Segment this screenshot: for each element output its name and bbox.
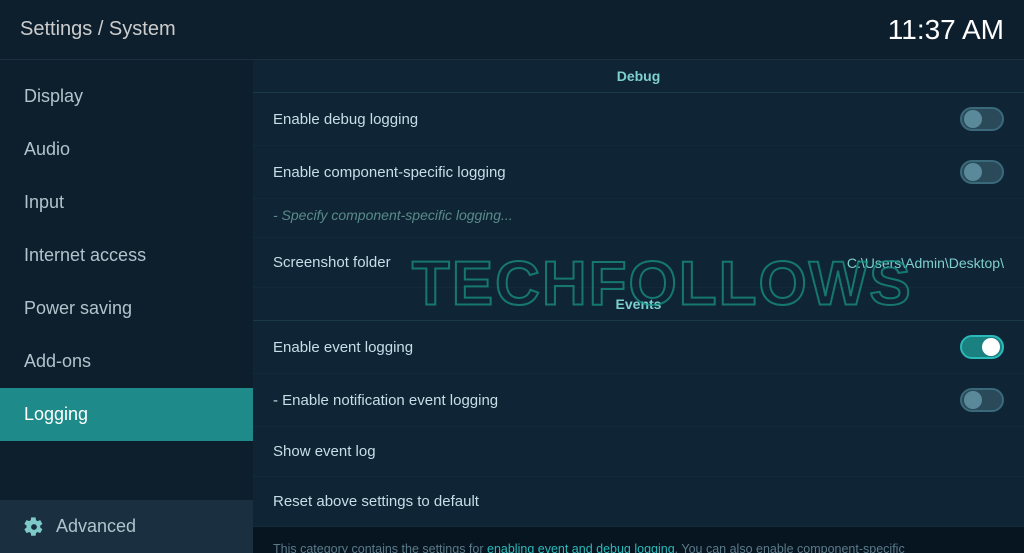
gear-icon	[24, 517, 44, 537]
sidebar-item-label: Logging	[24, 404, 88, 425]
sidebar-item-advanced[interactable]: Advanced	[0, 500, 253, 553]
specify-component-subtext-row: - Specify component-specific logging...	[253, 199, 1024, 238]
sidebar-item-input[interactable]: Input	[0, 176, 253, 229]
enable-notification-event-logging-row[interactable]: - Enable notification event logging	[253, 374, 1024, 427]
sidebar-item-logging[interactable]: Logging	[0, 388, 253, 441]
sidebar-item-add-ons[interactable]: Add-ons	[0, 335, 253, 388]
desc-normal-2: . You can also enable component-specific	[675, 542, 905, 553]
screenshot-folder-row[interactable]: Screenshot folder C:\Users\Admin\Desktop…	[253, 238, 1024, 288]
sidebar-item-display[interactable]: Display	[0, 70, 253, 123]
content-area: Debug Enable debug logging Enable compon…	[253, 60, 1024, 527]
screenshot-folder-label: Screenshot folder	[273, 254, 391, 271]
desc-normal-1: This category contains the settings for	[273, 542, 487, 553]
sidebar-item-label: Add-ons	[24, 351, 91, 372]
desc-highlight-1: enabling event and debug logging	[487, 542, 675, 553]
page-title: Settings / System	[20, 18, 176, 41]
enable-notification-event-logging-label: - Enable notification event logging	[273, 392, 498, 409]
sidebar: Display Audio Input Internet access Powe…	[0, 60, 253, 553]
sidebar-item-label: Audio	[24, 139, 70, 160]
clock: 11:37 AM	[888, 14, 1004, 46]
show-event-log-label: Show event log	[273, 443, 376, 460]
sidebar-item-audio[interactable]: Audio	[0, 123, 253, 176]
sidebar-item-label: Display	[24, 86, 83, 107]
enable-component-logging-toggle[interactable]	[960, 160, 1004, 184]
enable-component-logging-row[interactable]: Enable component-specific logging	[253, 146, 1024, 199]
sidebar-item-internet-access[interactable]: Internet access	[0, 229, 253, 282]
enable-event-logging-label: Enable event logging	[273, 339, 413, 356]
enable-component-logging-label: Enable component-specific logging	[273, 164, 506, 181]
events-section-header: Events	[253, 288, 1024, 321]
sidebar-item-power-saving[interactable]: Power saving	[0, 282, 253, 335]
reset-settings-label: Reset above settings to default	[273, 493, 479, 510]
enable-event-logging-toggle[interactable]	[960, 335, 1004, 359]
enable-notification-event-logging-toggle[interactable]	[960, 388, 1004, 412]
bottom-description: This category contains the settings for …	[253, 527, 1024, 553]
enable-debug-logging-label: Enable debug logging	[273, 111, 418, 128]
show-event-log-row[interactable]: Show event log	[253, 427, 1024, 477]
debug-section-header: Debug	[253, 60, 1024, 93]
enable-event-logging-row[interactable]: Enable event logging	[253, 321, 1024, 374]
header: Settings / System 11:37 AM	[0, 0, 1024, 60]
enable-debug-logging-row[interactable]: Enable debug logging	[253, 93, 1024, 146]
main-content: Debug Enable debug logging Enable compon…	[253, 60, 1024, 553]
layout: Display Audio Input Internet access Powe…	[0, 60, 1024, 553]
screenshot-folder-value: C:\Users\Admin\Desktop\	[847, 255, 1004, 271]
specify-component-subtext: - Specify component-specific logging...	[273, 207, 513, 223]
enable-debug-logging-toggle[interactable]	[960, 107, 1004, 131]
sidebar-item-label: Internet access	[24, 245, 146, 266]
sidebar-item-label: Power saving	[24, 298, 132, 319]
sidebar-item-label: Input	[24, 192, 64, 213]
advanced-label: Advanced	[56, 516, 136, 537]
reset-settings-row[interactable]: Reset above settings to default	[253, 477, 1024, 527]
